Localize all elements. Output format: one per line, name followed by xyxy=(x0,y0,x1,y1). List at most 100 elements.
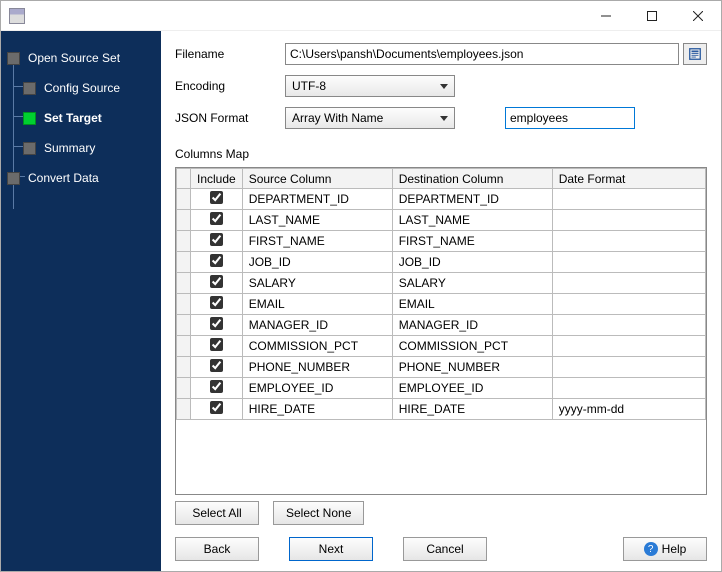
source-column-cell[interactable]: PHONE_NUMBER xyxy=(242,357,392,378)
col-header-datefmt[interactable]: Date Format xyxy=(552,169,705,189)
step-open-source-set[interactable]: Open Source Set xyxy=(1,43,161,73)
row-header[interactable] xyxy=(177,378,191,399)
json-format-select[interactable]: Array With Name xyxy=(285,107,455,129)
date-format-cell[interactable] xyxy=(552,357,705,378)
columns-map-grid[interactable]: Include Source Column Destination Column… xyxy=(175,167,707,495)
row-header[interactable] xyxy=(177,273,191,294)
destination-column-cell[interactable]: JOB_ID xyxy=(392,252,552,273)
row-header[interactable] xyxy=(177,231,191,252)
table-row[interactable]: DEPARTMENT_IDDEPARTMENT_ID xyxy=(177,189,706,210)
array-name-input[interactable] xyxy=(505,107,635,129)
source-column-cell[interactable]: SALARY xyxy=(242,273,392,294)
date-format-cell[interactable] xyxy=(552,252,705,273)
back-button[interactable]: Back xyxy=(175,537,259,561)
step-set-target[interactable]: Set Target xyxy=(1,103,161,133)
table-row[interactable]: COMMISSION_PCTCOMMISSION_PCT xyxy=(177,336,706,357)
include-checkbox[interactable] xyxy=(210,212,223,225)
minimize-button[interactable] xyxy=(583,1,629,30)
include-cell[interactable] xyxy=(191,252,243,273)
destination-column-cell[interactable]: DEPARTMENT_ID xyxy=(392,189,552,210)
table-row[interactable]: SALARYSALARY xyxy=(177,273,706,294)
destination-column-cell[interactable]: MANAGER_ID xyxy=(392,315,552,336)
source-column-cell[interactable]: EMAIL xyxy=(242,294,392,315)
include-cell[interactable] xyxy=(191,210,243,231)
select-none-button[interactable]: Select None xyxy=(273,501,364,525)
date-format-cell[interactable] xyxy=(552,336,705,357)
include-cell[interactable] xyxy=(191,273,243,294)
include-checkbox[interactable] xyxy=(210,275,223,288)
destination-column-cell[interactable]: HIRE_DATE xyxy=(392,399,552,420)
step-convert-data[interactable]: Convert Data xyxy=(1,163,161,193)
destination-column-cell[interactable]: COMMISSION_PCT xyxy=(392,336,552,357)
table-row[interactable]: HIRE_DATEHIRE_DATEyyyy-mm-dd xyxy=(177,399,706,420)
row-header[interactable] xyxy=(177,252,191,273)
destination-column-cell[interactable]: PHONE_NUMBER xyxy=(392,357,552,378)
include-checkbox[interactable] xyxy=(210,359,223,372)
table-row[interactable]: EMAILEMAIL xyxy=(177,294,706,315)
cancel-button[interactable]: Cancel xyxy=(403,537,487,561)
step-config-source[interactable]: Config Source xyxy=(1,73,161,103)
include-cell[interactable] xyxy=(191,378,243,399)
include-checkbox[interactable] xyxy=(210,401,223,414)
include-checkbox[interactable] xyxy=(210,233,223,246)
source-column-cell[interactable]: COMMISSION_PCT xyxy=(242,336,392,357)
include-cell[interactable] xyxy=(191,294,243,315)
step-summary[interactable]: Summary xyxy=(1,133,161,163)
date-format-cell[interactable] xyxy=(552,294,705,315)
include-checkbox[interactable] xyxy=(210,338,223,351)
include-cell[interactable] xyxy=(191,357,243,378)
row-header[interactable] xyxy=(177,294,191,315)
destination-column-cell[interactable]: EMAIL xyxy=(392,294,552,315)
date-format-cell[interactable] xyxy=(552,210,705,231)
date-format-cell[interactable] xyxy=(552,231,705,252)
destination-column-cell[interactable]: LAST_NAME xyxy=(392,210,552,231)
help-button[interactable]: ? Help xyxy=(623,537,707,561)
include-cell[interactable] xyxy=(191,315,243,336)
include-checkbox[interactable] xyxy=(210,191,223,204)
source-column-cell[interactable]: JOB_ID xyxy=(242,252,392,273)
destination-column-cell[interactable]: SALARY xyxy=(392,273,552,294)
include-checkbox[interactable] xyxy=(210,254,223,267)
table-row[interactable]: LAST_NAMELAST_NAME xyxy=(177,210,706,231)
date-format-cell[interactable] xyxy=(552,315,705,336)
date-format-cell[interactable] xyxy=(552,189,705,210)
include-checkbox[interactable] xyxy=(210,317,223,330)
source-column-cell[interactable]: MANAGER_ID xyxy=(242,315,392,336)
source-column-cell[interactable]: HIRE_DATE xyxy=(242,399,392,420)
include-cell[interactable] xyxy=(191,231,243,252)
encoding-select[interactable]: UTF-8 xyxy=(285,75,455,97)
destination-column-cell[interactable]: FIRST_NAME xyxy=(392,231,552,252)
source-column-cell[interactable]: LAST_NAME xyxy=(242,210,392,231)
row-header[interactable] xyxy=(177,315,191,336)
close-button[interactable] xyxy=(675,1,721,30)
row-header[interactable] xyxy=(177,357,191,378)
col-header-include[interactable]: Include xyxy=(191,169,243,189)
include-cell[interactable] xyxy=(191,189,243,210)
col-header-dest[interactable]: Destination Column xyxy=(392,169,552,189)
filename-input[interactable] xyxy=(285,43,679,65)
browse-button[interactable] xyxy=(683,43,707,65)
table-row[interactable]: JOB_IDJOB_ID xyxy=(177,252,706,273)
row-header[interactable] xyxy=(177,399,191,420)
table-row[interactable]: MANAGER_IDMANAGER_ID xyxy=(177,315,706,336)
include-cell[interactable] xyxy=(191,399,243,420)
row-header[interactable] xyxy=(177,210,191,231)
row-header[interactable] xyxy=(177,189,191,210)
table-row[interactable]: PHONE_NUMBERPHONE_NUMBER xyxy=(177,357,706,378)
select-all-button[interactable]: Select All xyxy=(175,501,259,525)
maximize-button[interactable] xyxy=(629,1,675,30)
next-button[interactable]: Next xyxy=(289,537,373,561)
table-row[interactable]: EMPLOYEE_IDEMPLOYEE_ID xyxy=(177,378,706,399)
source-column-cell[interactable]: FIRST_NAME xyxy=(242,231,392,252)
date-format-cell[interactable] xyxy=(552,273,705,294)
include-checkbox[interactable] xyxy=(210,380,223,393)
source-column-cell[interactable]: EMPLOYEE_ID xyxy=(242,378,392,399)
include-checkbox[interactable] xyxy=(210,296,223,309)
date-format-cell[interactable] xyxy=(552,378,705,399)
table-row[interactable]: FIRST_NAMEFIRST_NAME xyxy=(177,231,706,252)
destination-column-cell[interactable]: EMPLOYEE_ID xyxy=(392,378,552,399)
row-header[interactable] xyxy=(177,336,191,357)
include-cell[interactable] xyxy=(191,336,243,357)
col-header-source[interactable]: Source Column xyxy=(242,169,392,189)
source-column-cell[interactable]: DEPARTMENT_ID xyxy=(242,189,392,210)
